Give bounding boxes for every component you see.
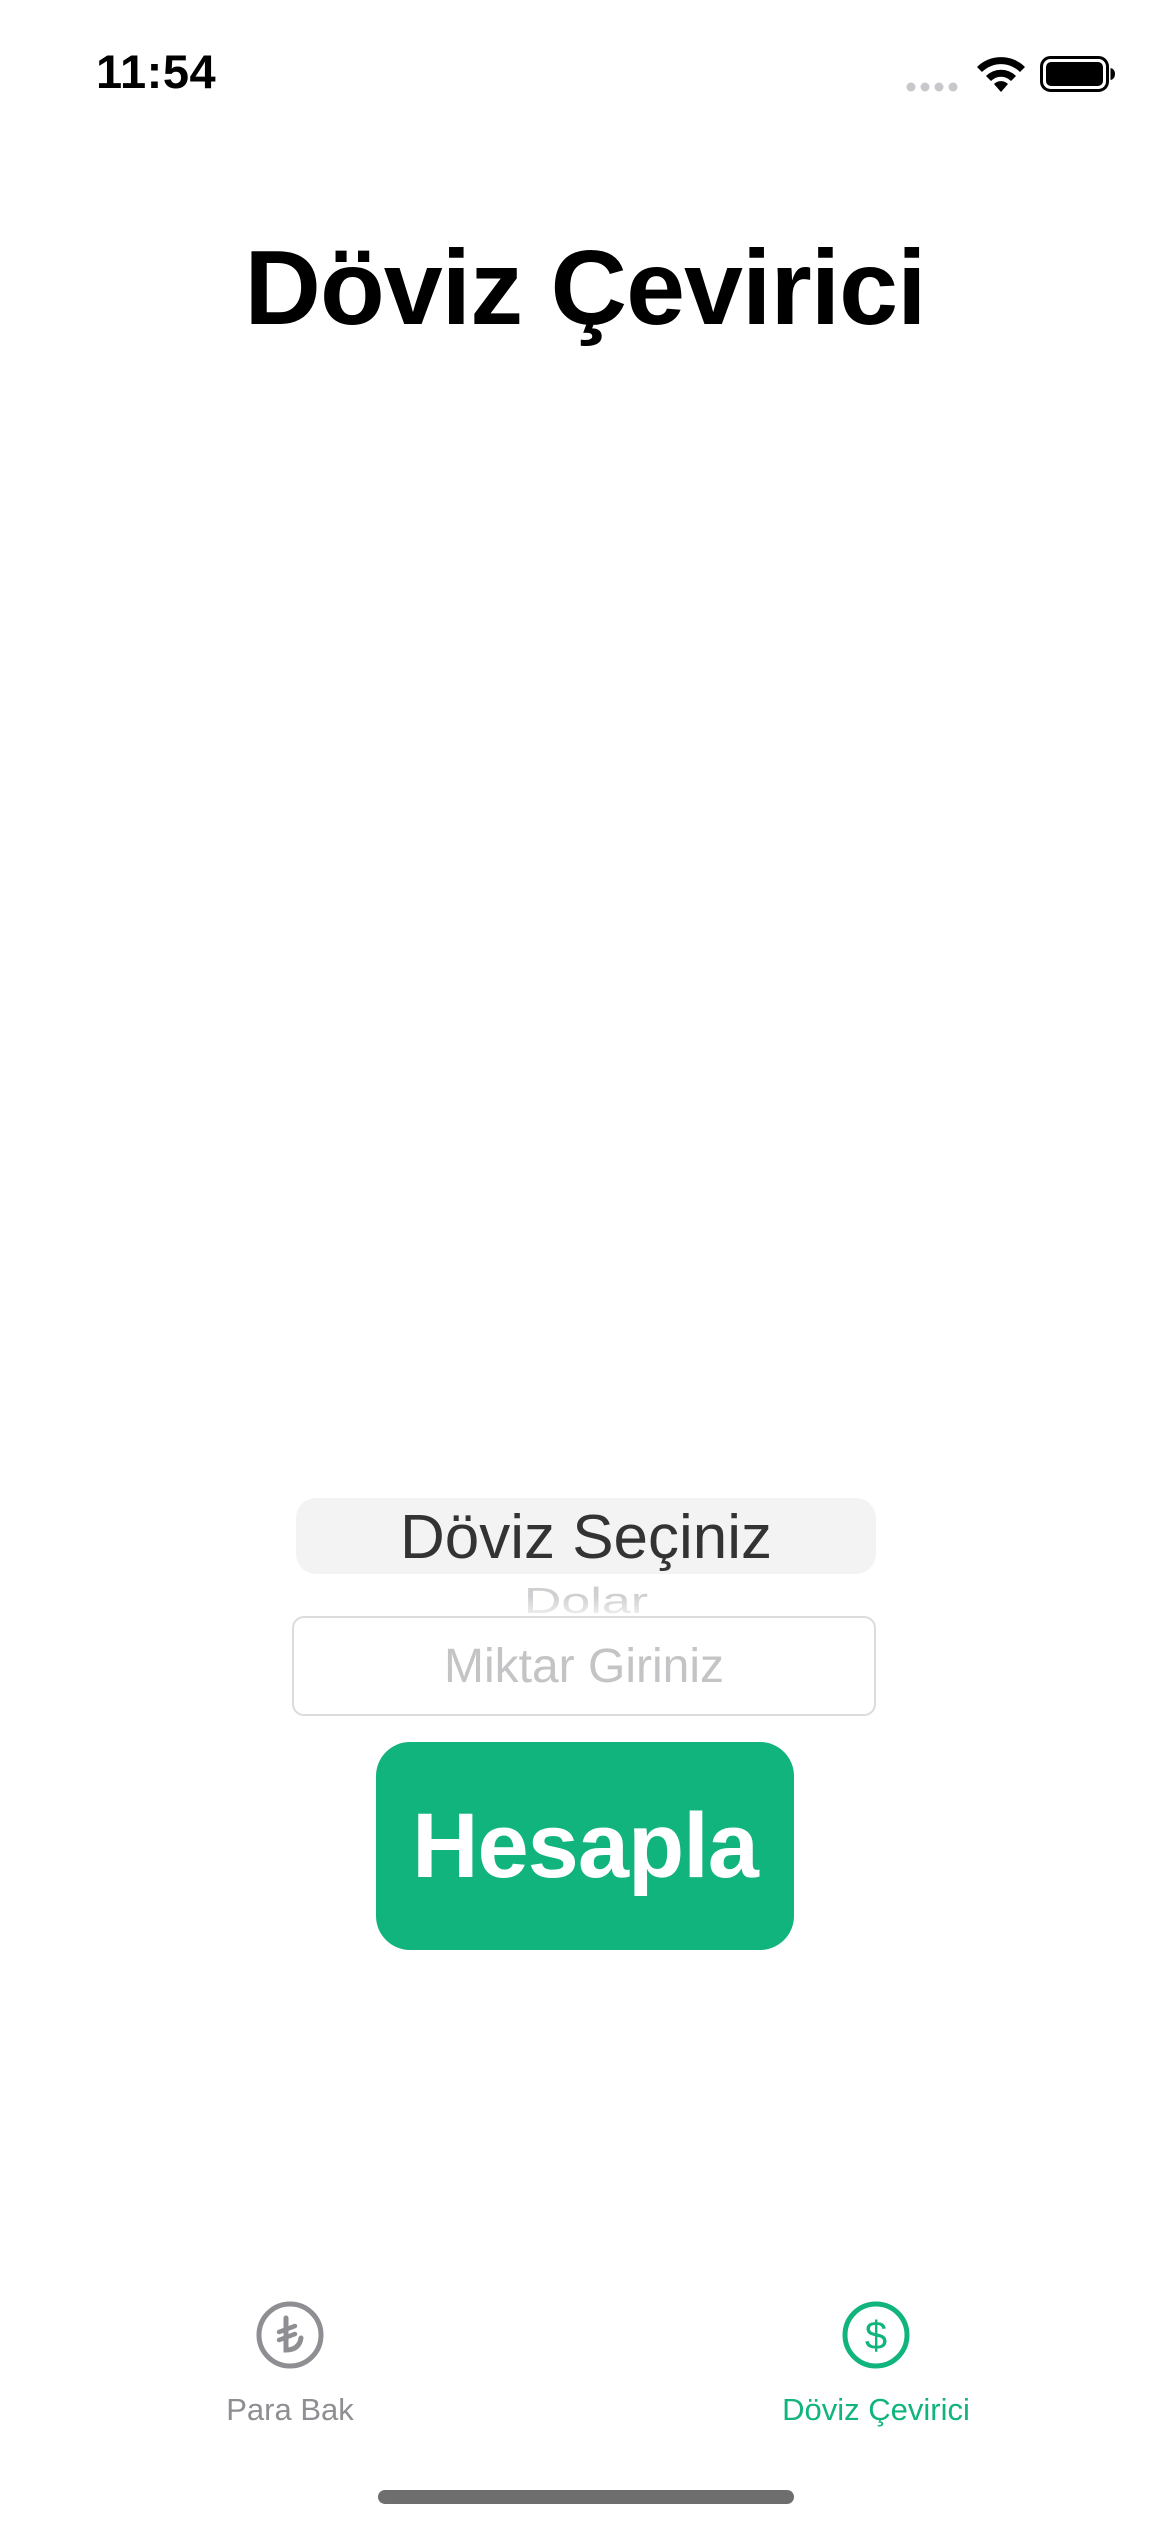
- tab-label: Para Bak: [226, 2392, 354, 2427]
- currency-picker[interactable]: Döviz Seçiniz Dolar: [296, 1496, 876, 1626]
- tab-doviz-cevirici[interactable]: $ Döviz Çevirici: [686, 2300, 1066, 2450]
- tab-para-bak[interactable]: Para Bak: [100, 2300, 480, 2450]
- calculate-button[interactable]: Hesapla: [376, 1742, 794, 1950]
- dollar-circle-icon: $: [842, 2301, 910, 2369]
- wifi-icon: [977, 57, 1025, 92]
- battery-icon: [1040, 56, 1115, 92]
- page-title: Döviz Çevirici: [244, 229, 926, 347]
- cellular-signal-icon: [906, 82, 958, 92]
- status-bar: 11:54: [0, 0, 1170, 150]
- amount-input[interactable]: [292, 1616, 876, 1716]
- lira-circle-icon: [256, 2301, 324, 2369]
- svg-text:$: $: [865, 2314, 887, 2358]
- picker-selected-option[interactable]: Döviz Seçiniz: [296, 1500, 876, 1576]
- status-time: 11:54: [96, 45, 217, 98]
- tab-label: Döviz Çevirici: [782, 2392, 970, 2427]
- home-indicator[interactable]: [378, 2490, 794, 2504]
